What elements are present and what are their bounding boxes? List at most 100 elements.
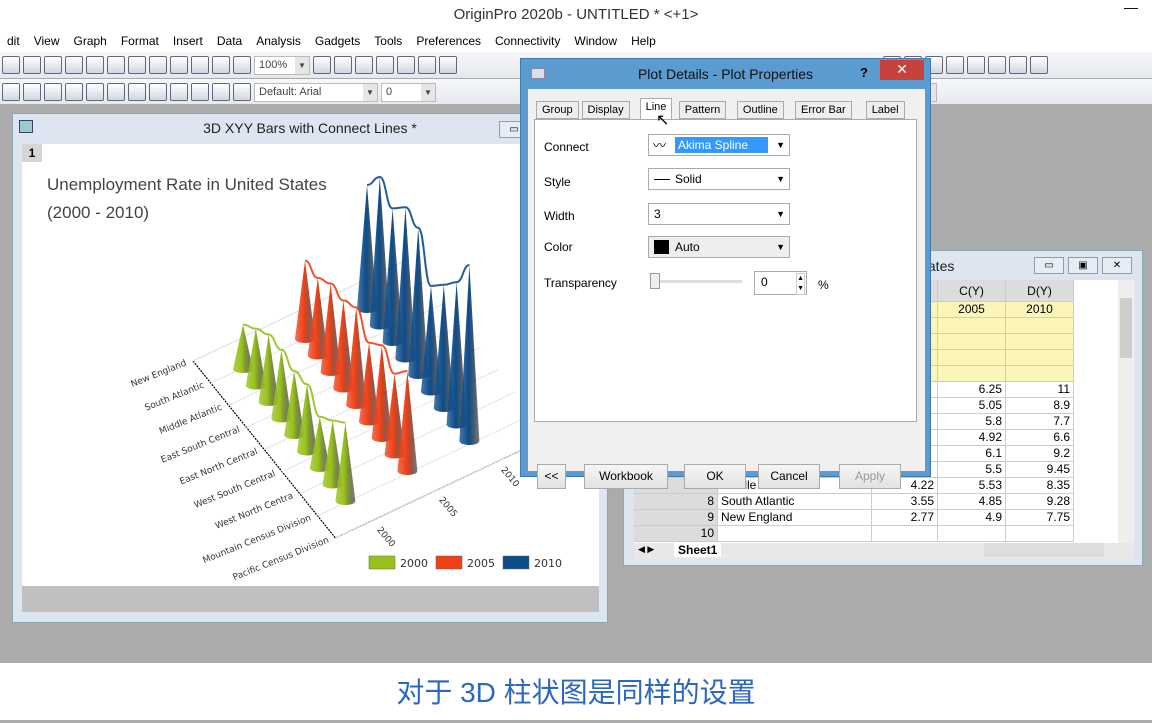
connect-select[interactable]: 〰 Akima Spline ▼ (648, 134, 790, 156)
cell-d[interactable]: 9.28 (1006, 494, 1074, 510)
menu-view[interactable]: View (27, 30, 67, 52)
width-select[interactable]: 3 ▼ (648, 203, 790, 225)
worksheet-maximize-button[interactable]: ▣ (1068, 257, 1098, 274)
cell-d[interactable]: 9.45 (1006, 462, 1074, 478)
cell-c[interactable]: 5.05 (938, 398, 1006, 414)
cell-c[interactable]: 4.9 (938, 510, 1006, 526)
import-icon[interactable] (2, 83, 20, 101)
open-icon[interactable] (149, 56, 167, 74)
close-button[interactable]: ✕ (880, 60, 924, 80)
cell-b[interactable]: 2.77 (872, 510, 938, 526)
menu-window[interactable]: Window (567, 30, 624, 52)
ok-button[interactable]: OK (684, 464, 746, 489)
cell-c[interactable]: 6.1 (938, 446, 1006, 462)
image-icon[interactable] (439, 56, 457, 74)
long-name-cell[interactable]: 2010 (1006, 302, 1074, 318)
row-header[interactable]: 10 (634, 526, 718, 542)
cell-d[interactable] (1006, 526, 1074, 542)
menu-analysis[interactable]: Analysis (249, 30, 308, 52)
menu-insert[interactable]: Insert (166, 30, 210, 52)
collapse-button[interactable]: << (537, 464, 566, 489)
label-cell[interactable] (1006, 366, 1074, 382)
edit-icon[interactable] (397, 56, 415, 74)
cell-region[interactable]: South Atlantic (718, 494, 872, 510)
col-b-icon[interactable] (65, 83, 83, 101)
cell-b[interactable]: 3.55 (872, 494, 938, 510)
minimize-button[interactable]: — (1118, 0, 1144, 18)
label-cell[interactable] (938, 366, 1006, 382)
menu-tools[interactable]: Tools (367, 30, 409, 52)
column-header[interactable]: D(Y) (1006, 280, 1074, 302)
row-header[interactable]: 8 (634, 494, 718, 510)
save-template-icon[interactable] (212, 56, 230, 74)
new-workbook-icon[interactable] (2, 56, 20, 74)
vertical-scrollbar[interactable] (1118, 280, 1134, 543)
cell-c[interactable]: 5.8 (938, 414, 1006, 430)
copy-page-icon[interactable] (149, 83, 167, 101)
layer-number[interactable]: 1 (22, 144, 42, 162)
tab-label[interactable]: Label (865, 101, 905, 119)
tab-pattern[interactable]: Pattern (678, 101, 727, 119)
label-cell[interactable] (938, 318, 1006, 334)
menu-preferences[interactable]: Preferences (409, 30, 488, 52)
spin-buttons[interactable]: ▲ ▼ (796, 273, 805, 295)
rows-icon[interactable] (418, 56, 436, 74)
apply-button[interactable]: Apply (839, 464, 901, 489)
menu-graph[interactable]: Graph (66, 30, 113, 52)
label-cell[interactable] (938, 334, 1006, 350)
scrollbar-thumb[interactable] (1120, 298, 1132, 358)
movie-icon[interactable] (376, 56, 394, 74)
cell-c[interactable]: 6.25 (938, 382, 1006, 398)
screen-icon[interactable] (355, 56, 373, 74)
workbook-button[interactable]: Workbook (584, 464, 668, 489)
graph-window[interactable]: 3D XYY Bars with Connect Lines * ▭ New E… (12, 113, 608, 623)
cell-d[interactable]: 11 (1006, 382, 1074, 398)
cell-b[interactable] (872, 526, 938, 542)
menu-help[interactable]: Help (624, 30, 663, 52)
cell-d[interactable]: 6.6 (1006, 430, 1074, 446)
label-cell[interactable] (1006, 334, 1074, 350)
col-c-icon[interactable] (86, 83, 104, 101)
sheet-tab[interactable]: Sheet1 (674, 543, 722, 557)
menu-dit[interactable]: dit (0, 30, 27, 52)
label-cell[interactable] (938, 350, 1006, 366)
transparency-slider[interactable] (650, 273, 742, 289)
tab-outline[interactable]: Outline (736, 101, 784, 119)
add-layer-icon[interactable] (170, 83, 188, 101)
sheet-nav-arrows[interactable]: ◀ ▶ (638, 544, 654, 555)
cell-d[interactable]: 8.9 (1006, 398, 1074, 414)
z-icon[interactable] (988, 56, 1006, 74)
new-notes-icon[interactable] (107, 56, 125, 74)
cell-c[interactable]: 5.5 (938, 462, 1006, 478)
duplicate-icon[interactable] (107, 83, 125, 101)
cell-d[interactable]: 9.2 (1006, 446, 1074, 462)
row-header[interactable]: 9 (634, 510, 718, 526)
excel-import-icon[interactable] (23, 83, 41, 101)
run-icon[interactable] (233, 56, 251, 74)
font-size-select[interactable]: 0 ▼ (381, 82, 436, 102)
label-cell[interactable] (1006, 350, 1074, 366)
menu-format[interactable]: Format (114, 30, 166, 52)
cell-region[interactable]: New England (718, 510, 872, 526)
menu-data[interactable]: Data (210, 30, 249, 52)
copy-icon[interactable] (212, 83, 230, 101)
transparency-input[interactable]: 0 ▲ ▼ (754, 271, 807, 295)
tab-group[interactable]: Group (536, 101, 579, 119)
worksheet-close-button[interactable]: ✕ (1102, 257, 1132, 274)
new-excel-icon[interactable] (128, 56, 146, 74)
menu-gadgets[interactable]: Gadgets (308, 30, 367, 52)
slider-thumb[interactable] (650, 273, 660, 289)
new-graph-icon[interactable] (23, 56, 41, 74)
column-header[interactable]: C(Y) (938, 280, 1006, 302)
y-icon[interactable] (967, 56, 985, 74)
none-icon[interactable] (1030, 56, 1048, 74)
style-select[interactable]: Solid ▼ (648, 168, 790, 190)
long-name-cell[interactable]: 2005 (938, 302, 1006, 318)
paste-icon[interactable] (233, 83, 251, 101)
print-icon[interactable] (313, 56, 331, 74)
font-select[interactable]: Default: Arial ▼ (254, 82, 378, 102)
tab-error-bar[interactable]: Error Bar (795, 101, 852, 119)
cell-c[interactable] (938, 526, 1006, 542)
new-layout-icon[interactable] (86, 56, 104, 74)
error-bar-icon[interactable] (1009, 56, 1027, 74)
